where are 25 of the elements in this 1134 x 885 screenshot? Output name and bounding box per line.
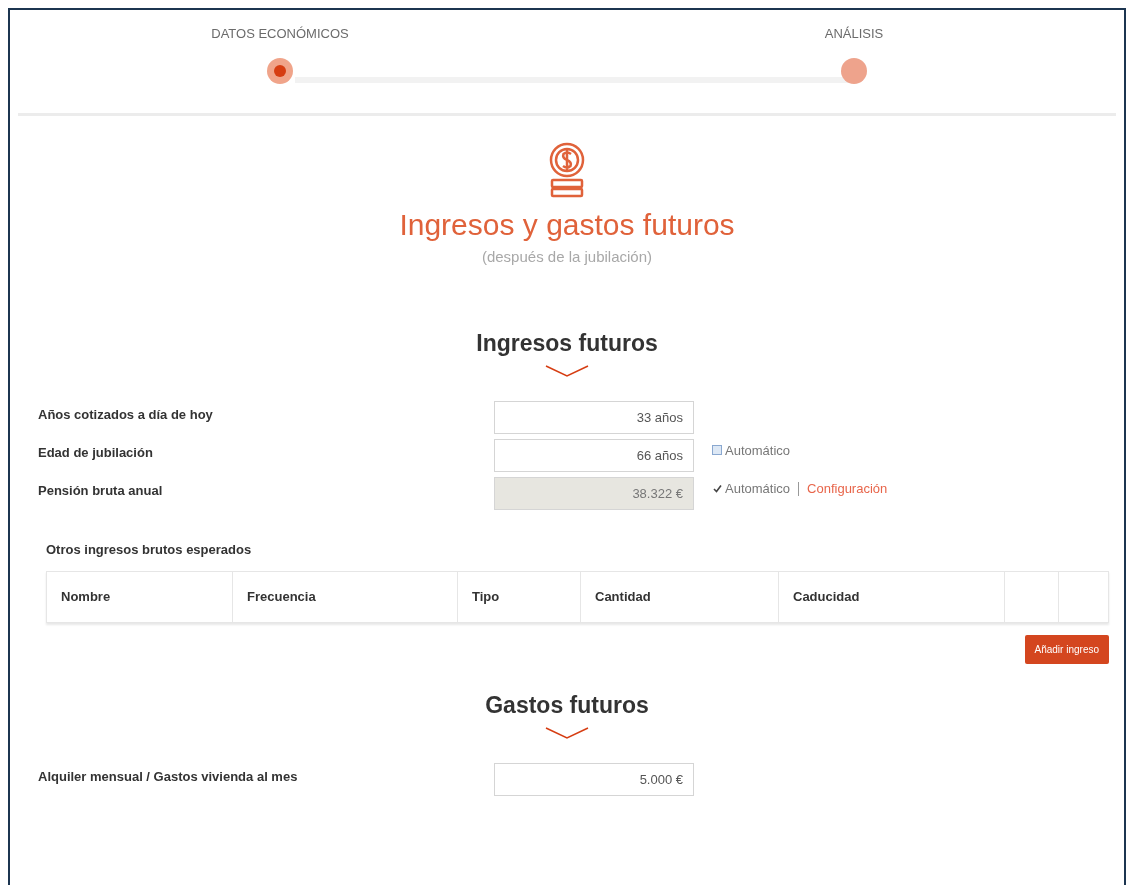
section-title: Gastos futuros bbox=[485, 691, 649, 720]
column-header: Frecuencia bbox=[233, 572, 458, 622]
table-title: Otros ingresos brutos esperados bbox=[46, 540, 253, 559]
page-subtitle: (después de la jubilación) bbox=[481, 246, 653, 267]
auto-checkbox[interactable]: Automático bbox=[712, 438, 791, 460]
column-header: Tipo bbox=[458, 572, 581, 622]
checkmark-icon bbox=[712, 483, 722, 493]
chevron-down-icon bbox=[545, 364, 589, 377]
field-label: Años cotizados a día de hoy bbox=[37, 405, 214, 424]
coin-stack-icon bbox=[549, 142, 585, 200]
number-field[interactable]: 33 años bbox=[494, 400, 694, 434]
add-income-button[interactable]: Añadir ingreso bbox=[1024, 635, 1109, 664]
number-field[interactable]: 5.000 € bbox=[494, 762, 694, 796]
number-field[interactable]: 66 años bbox=[494, 438, 694, 472]
step-label: DATOS ECONÓMICOS bbox=[211, 25, 349, 43]
field-label: Alquiler mensual / Gastos vivienda al mes bbox=[37, 767, 299, 786]
field-label: Edad de jubilación bbox=[37, 443, 154, 462]
step-label: ANÁLISIS bbox=[824, 25, 884, 43]
column-header: Caducidad bbox=[779, 572, 1005, 622]
chevron-down-icon bbox=[545, 726, 589, 739]
page-title: Ingresos y gastos futuros bbox=[399, 207, 735, 243]
column-header: Nombre bbox=[47, 572, 233, 622]
column-header: Cantidad bbox=[581, 572, 779, 622]
section-title: Ingresos futuros bbox=[476, 329, 658, 358]
field-label: Pensión bruta anual bbox=[37, 481, 164, 500]
